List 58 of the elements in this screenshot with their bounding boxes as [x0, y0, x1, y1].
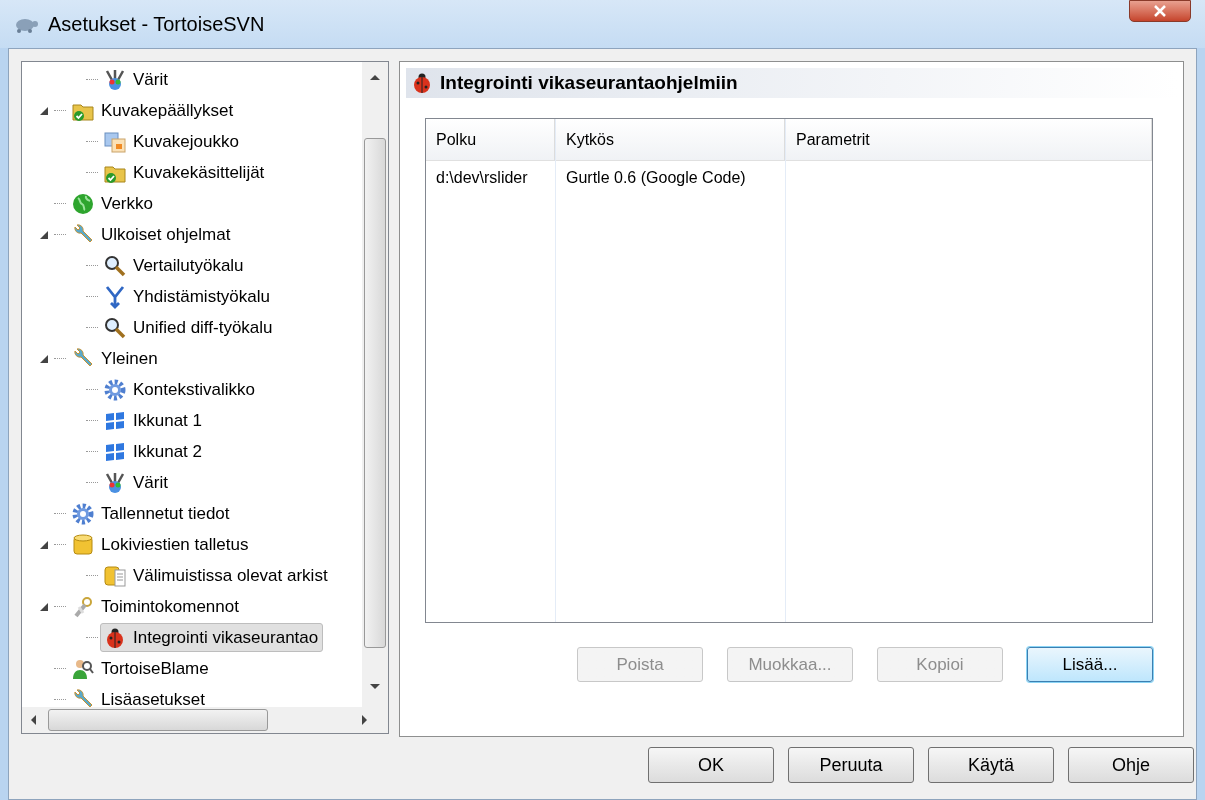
- gear-icon: [71, 501, 95, 526]
- collapse-triangle-icon[interactable]: [40, 106, 48, 115]
- tree-item[interactable]: Kuvakekäsittelijät: [100, 158, 270, 187]
- scroll-up-icon[interactable]: [370, 74, 380, 80]
- wrench-icon: [71, 687, 95, 707]
- scroll-left-icon[interactable]: [30, 715, 36, 725]
- tree-item[interactable]: Lisäasetukset: [68, 685, 210, 707]
- tree-item[interactable]: Ulkoiset ohjelmat: [68, 220, 236, 249]
- vertical-scrollbar[interactable]: [362, 62, 388, 707]
- panel-title: Integrointi vikaseurantaohjelmiin: [440, 70, 738, 95]
- merge-arrow-icon: [103, 284, 127, 309]
- dialog-button[interactable]: Käytä: [928, 747, 1054, 783]
- horizontal-scrollbar[interactable]: [22, 707, 388, 733]
- column-header[interactable]: Kytkös: [556, 119, 785, 161]
- dialog-button[interactable]: Ohje: [1068, 747, 1194, 783]
- column-header[interactable]: Parametrit: [786, 119, 1152, 161]
- tree-item[interactable]: Lokiviestien talletus: [68, 530, 254, 559]
- tree-item[interactable]: Välimuistissa olevat arkist: [100, 561, 333, 590]
- dialog-button[interactable]: Peruuta: [788, 747, 914, 783]
- tree-item[interactable]: TortoiseBlame: [68, 654, 214, 683]
- tree-item[interactable]: Yhdistämistyökalu: [100, 282, 275, 311]
- scroll-down-icon[interactable]: [370, 684, 380, 690]
- action-button[interactable]: Lisää...: [1027, 647, 1153, 682]
- column-header[interactable]: Polku: [426, 119, 555, 161]
- table-cell-text: Gurtle 0.6 (Google Code): [565, 168, 747, 188]
- tree-item[interactable]: Kuvakepäällykset: [68, 96, 239, 125]
- magnifier-icon: [103, 253, 127, 278]
- tree-item[interactable]: Verkko: [68, 189, 158, 218]
- tree-item[interactable]: Vertailutyökalu: [100, 251, 249, 280]
- tree-item[interactable]: Värit: [100, 468, 173, 497]
- brushes-icon: [103, 470, 127, 495]
- tree-item[interactable]: Kontekstivalikko: [100, 375, 260, 404]
- tree-item[interactable]: Ikkunat 2: [100, 437, 207, 466]
- tree-item[interactable]: Integrointi vikaseurantao: [100, 623, 324, 652]
- collapse-triangle-icon[interactable]: [40, 540, 48, 549]
- brushes-icon: [103, 67, 127, 92]
- tree-item[interactable]: Kuvakejoukko: [100, 127, 244, 156]
- scroll-right-icon[interactable]: [362, 715, 368, 725]
- tree-item[interactable]: Toimintokomennot: [68, 592, 244, 621]
- dialog-button[interactable]: OK: [648, 747, 774, 783]
- magnifier-icon: [103, 315, 127, 340]
- images-icon: [103, 129, 127, 154]
- tree-item[interactable]: Yleinen: [68, 344, 163, 373]
- collapse-triangle-icon[interactable]: [40, 354, 48, 363]
- close-icon: [1153, 5, 1167, 17]
- collapse-triangle-icon[interactable]: [40, 230, 48, 239]
- cylinder-document-icon: [103, 563, 127, 588]
- window-title: Asetukset - TortoiseSVN: [48, 12, 265, 37]
- cylinder-icon: [71, 532, 95, 557]
- gear-icon: [103, 377, 127, 402]
- close-button[interactable]: [1129, 0, 1191, 22]
- tree-item[interactable]: Tallennetut tiedot: [68, 499, 235, 528]
- tree-item[interactable]: Unified diff-työkalu: [100, 313, 278, 342]
- tree-item[interactable]: Ikkunat 1: [100, 406, 207, 435]
- collapse-triangle-icon[interactable]: [40, 602, 48, 611]
- tree-item[interactable]: Värit: [100, 65, 173, 94]
- globe-icon: [71, 191, 95, 216]
- table-cell-text: d:\dev\rslider: [435, 168, 529, 188]
